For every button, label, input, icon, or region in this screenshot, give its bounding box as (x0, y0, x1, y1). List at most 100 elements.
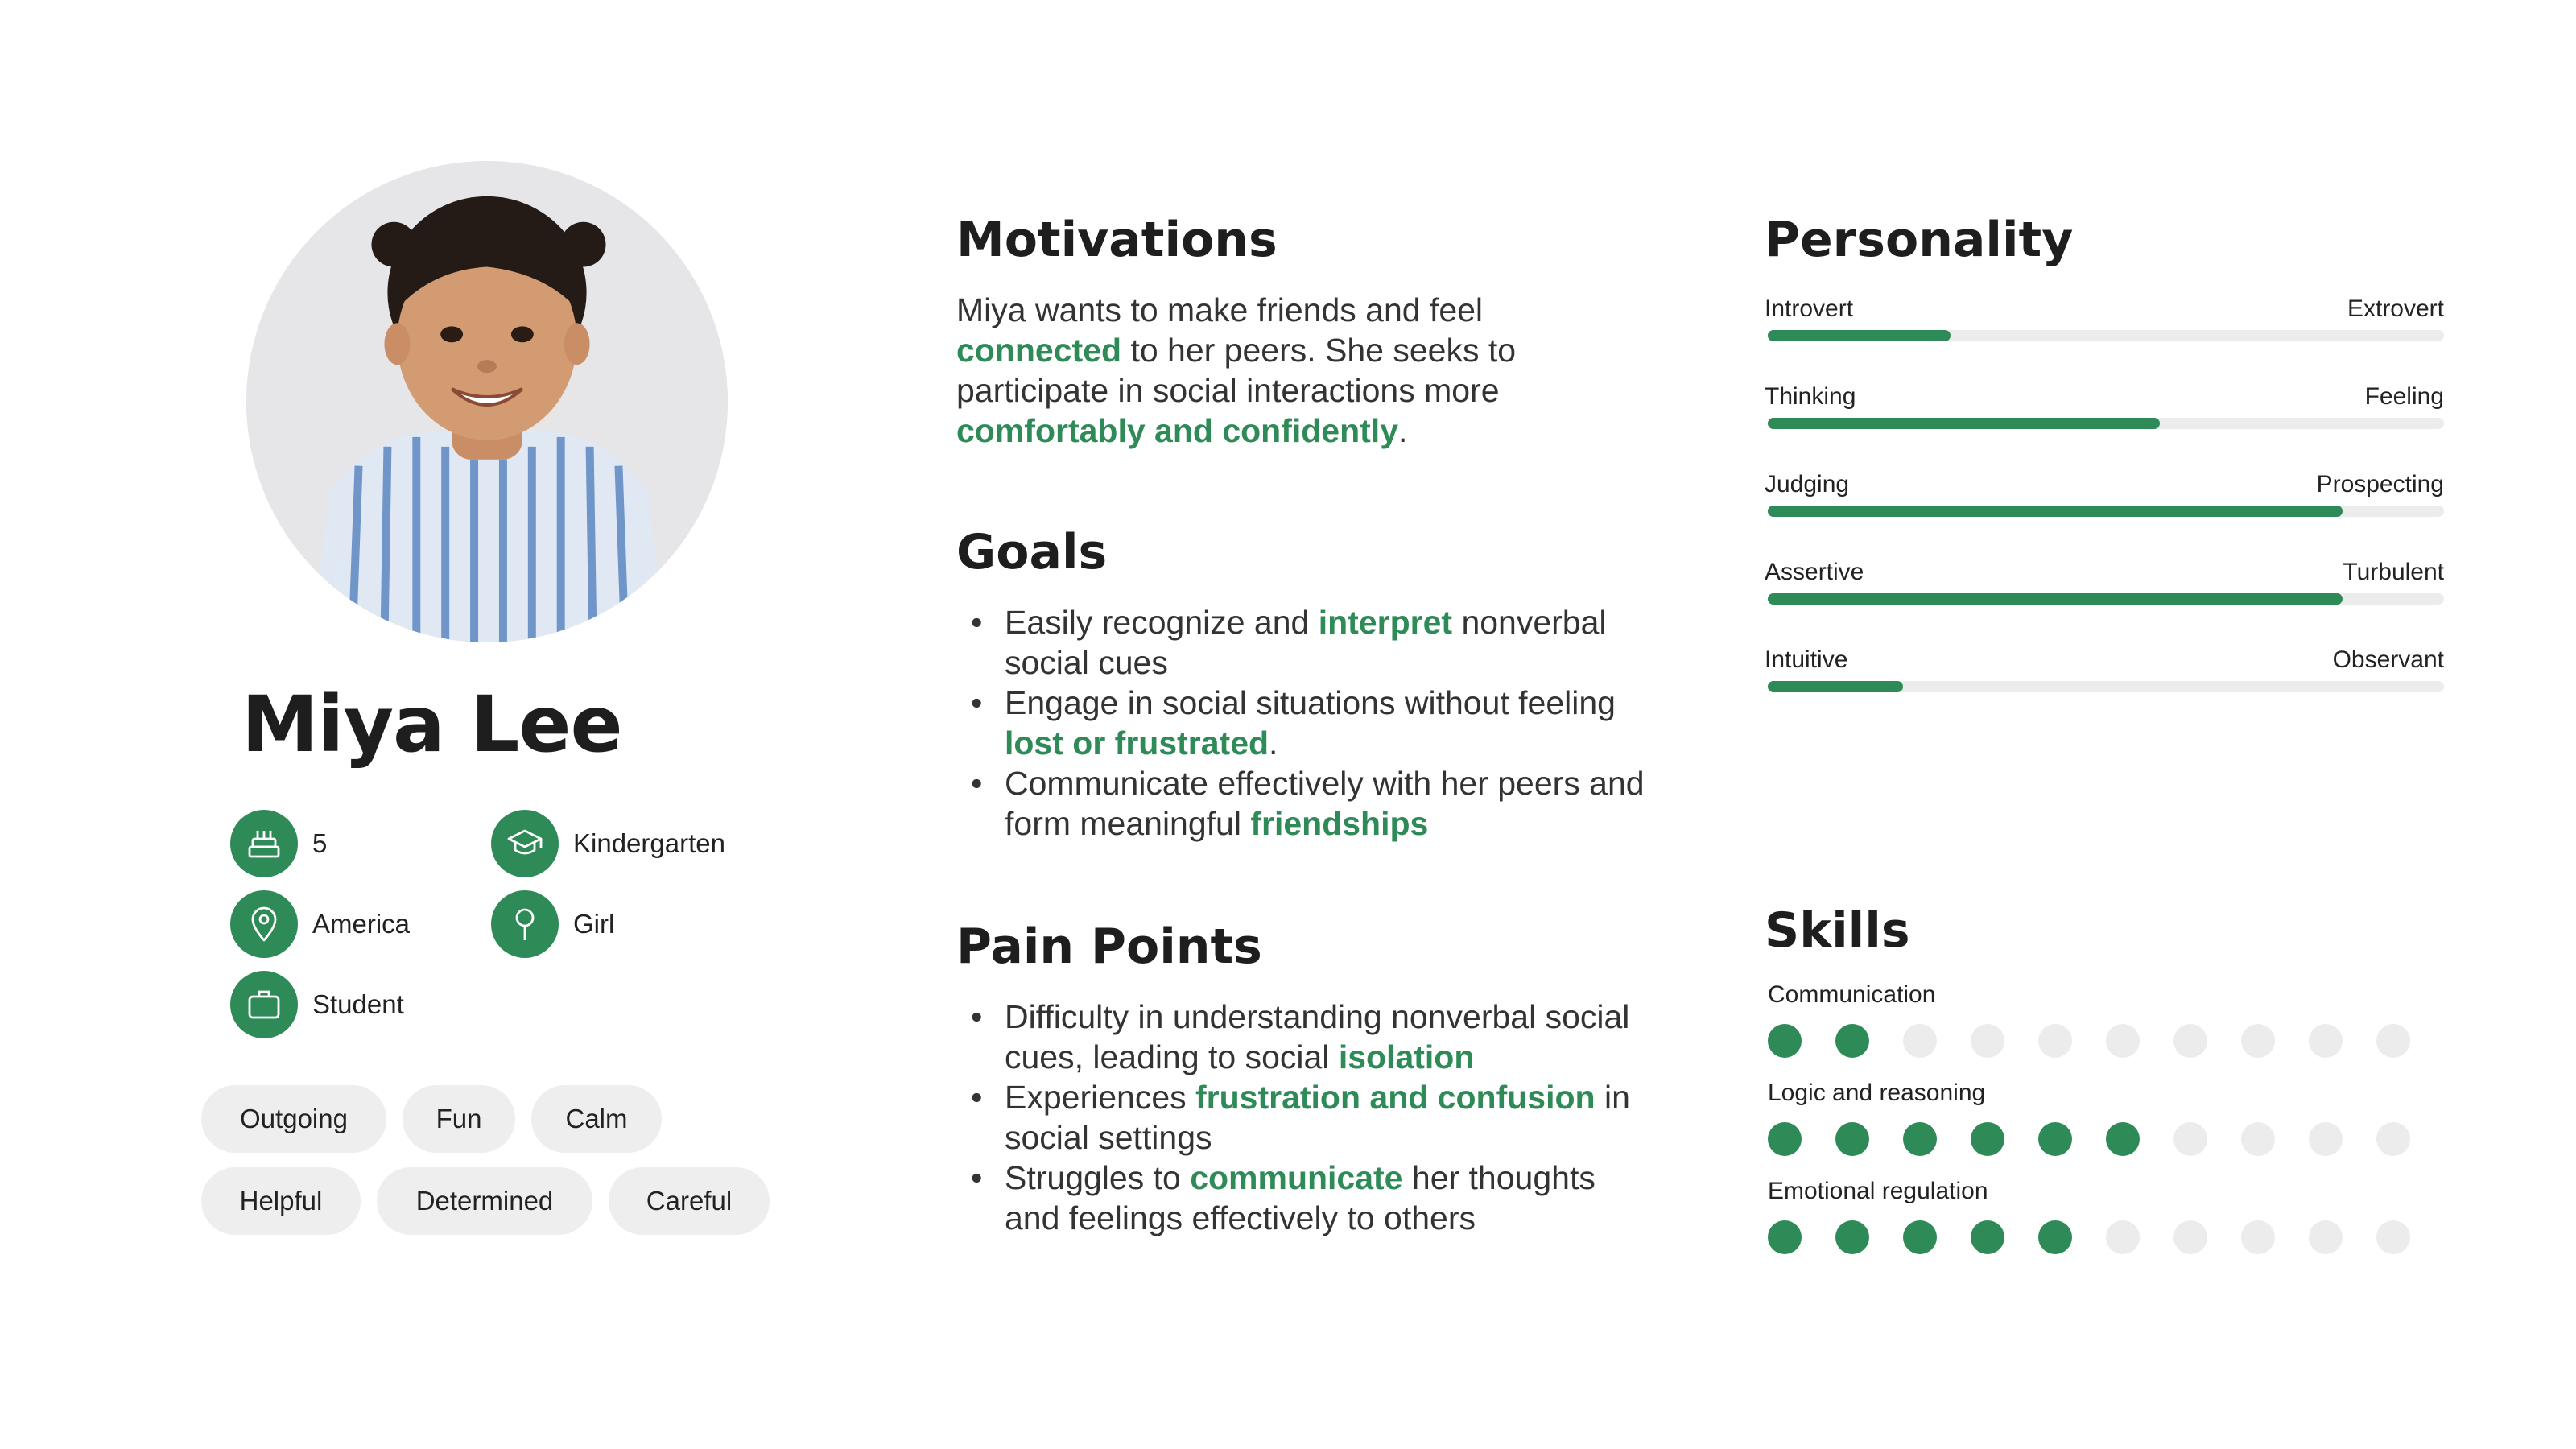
graduation-cap-icon (491, 810, 559, 877)
motivations-text: Miya wants to make friends and feel conn… (956, 290, 1584, 451)
info-location: America (230, 890, 410, 958)
highlighted-text: comfortably and confidently (956, 412, 1398, 449)
skill-dot-filled (1768, 1122, 1802, 1156)
trait-right-label: Extrovert (2347, 295, 2444, 322)
skill-dot-filled (2106, 1122, 2140, 1156)
pain-point-item: Experiences frustration and confusion in… (956, 1077, 1649, 1158)
body-text: Difficulty in understanding nonverbal so… (1005, 998, 1630, 1075)
trait-left-label: Thinking (1765, 383, 1856, 410)
tag-outgoing: Outgoing (201, 1085, 386, 1153)
personality-trait: Assertive Turbulent (1765, 556, 2444, 621)
skill-label: Communication (1768, 981, 1936, 1008)
trait-track (1768, 506, 2444, 517)
skill-dot-empty (2106, 1024, 2140, 1058)
skill-rating (1768, 1024, 2444, 1058)
skill-dot-empty (2038, 1024, 2072, 1058)
motivations-title: Motivations (956, 212, 1278, 268)
skill-dot-filled (2038, 1122, 2072, 1156)
trait-right-label: Feeling (2364, 383, 2444, 410)
highlighted-text: friendships (1250, 805, 1429, 842)
body-text: . (1398, 412, 1408, 449)
skill-dot-filled (1903, 1220, 1937, 1254)
goal-item: Easily recognize and interpret nonverbal… (956, 602, 1649, 683)
skill-dot-empty (1971, 1024, 2004, 1058)
goals-title: Goals (956, 524, 1108, 580)
info-age-label: 5 (312, 828, 328, 858)
highlighted-text: frustration and confusion (1195, 1079, 1596, 1116)
info-age: 5 (230, 810, 327, 877)
skill-dot-empty (2174, 1122, 2207, 1156)
skill-rating (1768, 1220, 2444, 1254)
info-gender: Girl (491, 890, 614, 958)
trait-track (1768, 593, 2444, 605)
pain-points-list: Difficulty in understanding nonverbal so… (956, 997, 1649, 1238)
skill-dot-empty (2174, 1220, 2207, 1254)
highlighted-text: interpret (1318, 604, 1453, 641)
location-pin-icon (230, 890, 298, 958)
skill-dot-empty (2376, 1024, 2410, 1058)
skill-dot-empty (2106, 1220, 2140, 1254)
skill-dot-filled (1768, 1220, 1802, 1254)
child-portrait-illustration (246, 161, 728, 642)
trait-left-label: Judging (1765, 471, 1850, 497)
trait-fill (1768, 418, 2161, 429)
trait-right-label: Prospecting (2316, 471, 2444, 497)
skill-row: Logic and reasoning (1768, 1077, 2444, 1166)
skill-dot-empty (2241, 1220, 2275, 1254)
info-occupation: Student (230, 971, 404, 1038)
tag-helpful: Helpful (201, 1167, 361, 1235)
skill-dot-empty (2309, 1220, 2343, 1254)
profile-photo (246, 161, 728, 642)
skill-dot-filled (1971, 1220, 2004, 1254)
goal-item: Communicate effectively with her peers a… (956, 763, 1649, 844)
skill-dot-filled (1835, 1024, 1869, 1058)
skill-dot-empty (2309, 1024, 2343, 1058)
skill-dot-empty (2376, 1122, 2410, 1156)
personality-trait: Judging Prospecting (1765, 469, 2444, 533)
skill-dot-empty (2174, 1024, 2207, 1058)
gender-icon (491, 890, 559, 958)
trait-track (1768, 330, 2444, 341)
tag-fun: Fun (402, 1085, 515, 1153)
skill-dot-filled (1835, 1220, 1869, 1254)
tag-careful: Careful (609, 1167, 770, 1235)
skill-dot-filled (1903, 1122, 1937, 1156)
goals-list: Easily recognize and interpret nonverbal… (956, 602, 1649, 844)
skill-dot-filled (1835, 1122, 1869, 1156)
skill-label: Emotional regulation (1768, 1178, 1988, 1204)
briefcase-icon (230, 971, 298, 1038)
pain-points-title: Pain Points (956, 919, 1262, 975)
trait-left-label: Introvert (1765, 295, 1854, 322)
personality-trait: Intuitive Observant (1765, 644, 2444, 708)
info-gender-label: Girl (573, 909, 615, 939)
body-text: . (1269, 724, 1278, 762)
skill-dot-empty (2241, 1024, 2275, 1058)
skill-label: Logic and reasoning (1768, 1080, 1986, 1106)
pain-point-item: Difficulty in understanding nonverbal so… (956, 997, 1649, 1077)
body-text: Struggles to (1005, 1159, 1191, 1196)
pain-point-item: Struggles to communicate her thoughts an… (956, 1158, 1649, 1238)
tag-determined: Determined (377, 1167, 592, 1235)
trait-right-label: Turbulent (2343, 559, 2444, 585)
skills-title: Skills (1765, 902, 1910, 959)
body-text: Engage in social situations without feel… (1005, 684, 1616, 721)
skill-dot-filled (1768, 1024, 1802, 1058)
skill-dot-empty (2309, 1122, 2343, 1156)
trait-track (1768, 418, 2444, 429)
personality-title: Personality (1765, 212, 2074, 268)
skill-dot-filled (2038, 1220, 2072, 1254)
highlighted-text: isolation (1338, 1038, 1475, 1075)
body-text: Experiences (1005, 1079, 1196, 1116)
info-occupation-label: Student (312, 989, 404, 1019)
personality-trait: Thinking Feeling (1765, 381, 2444, 445)
info-education: Kindergarten (491, 810, 725, 877)
trait-track (1768, 681, 2444, 692)
skill-dot-empty (2241, 1122, 2275, 1156)
skill-row: Emotional regulation (1768, 1175, 2444, 1264)
skill-rating (1768, 1122, 2444, 1156)
trait-left-label: Intuitive (1765, 646, 1848, 673)
skill-dot-empty (1903, 1024, 1937, 1058)
birthday-cake-icon (230, 810, 298, 877)
trait-right-label: Observant (2332, 646, 2444, 673)
info-location-label: America (312, 909, 411, 939)
